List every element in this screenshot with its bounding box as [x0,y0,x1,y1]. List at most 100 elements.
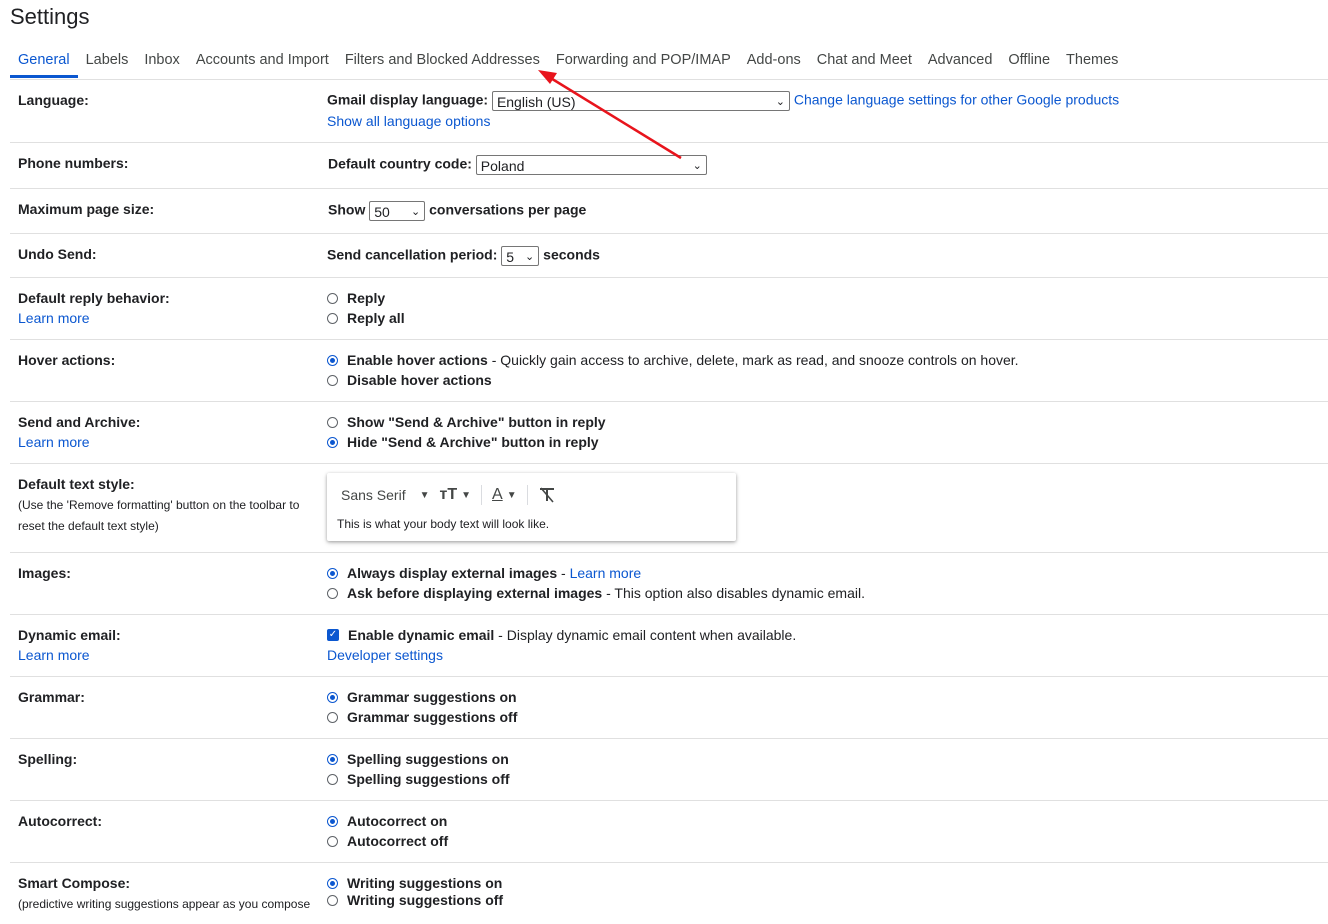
setting-label: Maximum page size: [18,201,155,217]
tab-general[interactable]: General [10,46,78,78]
undo-send-control: Send cancellation period: 5 ⌄ seconds [327,246,600,266]
format-toolbar: Sans Serif ▼ тT ▼ A ▼ [341,485,566,505]
radio-button[interactable] [327,711,338,723]
text-color-dropdown[interactable]: A ▼ [492,486,517,504]
radio-button[interactable] [327,436,338,448]
text-color-icon: A [492,486,503,503]
radio-button[interactable] [327,691,338,703]
tab-labels[interactable]: Labels [78,46,137,78]
chevron-down-icon: ⌄ [525,251,535,263]
setting-row-dynamic-email: Dynamic email: Learn more ✓ Enable dynami… [10,615,1328,677]
tab-forwarding-and-pop-imap[interactable]: Forwarding and POP/IMAP [548,46,739,78]
font-family-dropdown[interactable]: Sans Serif ▼ [341,487,430,503]
setting-label: Send and Archive: [18,414,141,430]
learn-more-link[interactable]: Learn more [18,647,90,663]
radio-button[interactable] [327,835,338,847]
tab-inbox[interactable]: Inbox [136,46,187,78]
show-send-archive-option[interactable]: Show "Send & Archive" button in reply [327,414,606,430]
page-size-suffix: conversations per page [429,201,587,218]
caret-down-icon: ▼ [461,489,472,501]
checkbox-checked-icon[interactable]: ✓ [327,629,339,642]
radio-button[interactable] [327,815,338,827]
tab-themes[interactable]: Themes [1058,46,1126,78]
country-code-select[interactable]: Poland ⌄ [475,155,707,175]
grammar-on-option[interactable]: Grammar suggestions on [327,689,517,705]
undo-send-select[interactable]: 5 ⌄ [501,246,540,266]
writing-suggestions-on-option[interactable]: Writing suggestions on [327,875,502,891]
radio-button[interactable] [327,292,338,304]
remove-formatting-icon [539,487,554,503]
toolbar-divider [481,485,483,505]
text-size-icon: тT [439,486,458,503]
setting-row-max-page-size: Maximum page size: Show 50 ⌄ conversation… [10,189,1328,234]
tab-accounts-and-import[interactable]: Accounts and Import [188,46,337,78]
autocorrect-off-option[interactable]: Autocorrect off [327,833,448,849]
setting-row-images: Images: Always display external images -… [10,553,1328,615]
setting-label: Default reply behavior: [18,290,170,306]
tab-chat-and-meet[interactable]: Chat and Meet [809,46,920,78]
setting-row-hover-actions: Hover actions: Enable hover actions - Qu… [10,340,1328,402]
tab-add-ons[interactable]: Add-ons [739,46,809,78]
spelling-off-option[interactable]: Spelling suggestions off [327,771,510,787]
learn-more-link[interactable]: Learn more [18,434,90,450]
chevron-down-icon: ⌄ [692,160,702,172]
tab-advanced[interactable]: Advanced [920,46,1001,78]
tab-offline[interactable]: Offline [1000,46,1058,78]
radio-button[interactable] [327,753,338,765]
setting-label: Images: [18,565,71,581]
page-size-select[interactable]: 50 ⌄ [369,201,426,221]
reply-option[interactable]: Reply [327,290,385,306]
learn-more-link[interactable]: Learn more [18,310,90,326]
radio-button[interactable] [327,374,338,386]
caret-down-icon: ▼ [506,489,517,501]
display-language-select[interactable]: English (US) ⌄ [491,91,790,111]
grammar-off-option[interactable]: Grammar suggestions off [327,709,517,725]
radio-button[interactable] [327,773,338,785]
hide-send-archive-option[interactable]: Hide "Send & Archive" button in reply [327,434,599,450]
radio-button[interactable] [327,312,338,324]
spelling-on-option[interactable]: Spelling suggestions on [327,751,509,767]
autocorrect-on-option[interactable]: Autocorrect on [327,813,447,829]
reply-all-option[interactable]: Reply all [327,310,405,326]
learn-more-link[interactable]: Learn more [570,565,642,581]
setting-label: Spelling: [18,751,78,767]
developer-settings-link[interactable]: Developer settings [327,647,443,663]
page-size-prefix: Show [328,201,366,218]
font-size-dropdown[interactable]: тT ▼ [440,486,472,504]
text-style-note: (Use the 'Remove formatting' button on t… [18,498,300,533]
disable-hover-option[interactable]: Disable hover actions [327,372,492,388]
remove-formatting-button[interactable] [538,487,556,503]
language-control: Gmail display language: English (US) ⌄ Ch… [327,91,1119,111]
page-title: Settings [10,4,90,29]
text-style-preview[interactable]: This is what your body text will look li… [337,517,549,531]
radio-button[interactable] [327,354,338,366]
ask-before-images-option[interactable]: Ask before displaying external images - … [327,585,865,601]
page-size-control: Show 50 ⌄ conversations per page [328,201,586,221]
setting-label: Dynamic email: [18,627,121,643]
setting-label: Smart Compose: [18,875,131,891]
always-display-images-option[interactable]: Always display external images - Learn m… [327,565,641,581]
setting-label: Phone numbers: [18,155,129,171]
show-all-languages-link[interactable]: Show all language options [327,113,490,129]
chevron-down-icon: ⌄ [775,96,785,108]
radio-button[interactable] [327,894,338,906]
tab-filters-and-blocked-addresses[interactable]: Filters and Blocked Addresses [337,46,548,78]
setting-label: Grammar: [18,689,85,705]
writing-suggestions-off-option[interactable]: Writing suggestions off [327,892,503,908]
setting-row-undo-send: Undo Send: Send cancellation period: 5 ⌄ … [10,234,1328,278]
radio-button[interactable] [327,416,338,428]
radio-button[interactable] [327,877,338,889]
setting-row-phone-numbers: Phone numbers: Default country code: Pol… [10,143,1328,189]
radio-button[interactable] [327,587,338,599]
settings-tabs: General Labels Inbox Accounts and Import… [10,46,1126,78]
radio-button[interactable] [327,567,338,579]
enable-hover-option[interactable]: Enable hover actions - Quickly gain acce… [327,352,1019,368]
setting-label: Default text style: [18,476,135,492]
change-language-link[interactable]: Change language settings for other Googl… [794,92,1119,108]
setting-row-autocorrect: Autocorrect: Autocorrect on Autocorrect … [10,801,1328,863]
setting-label: Language: [18,92,89,108]
enable-dynamic-email-option[interactable]: ✓ Enable dynamic email - Display dynamic … [327,627,796,643]
settings-list: Language: Gmail display language: Englis… [10,80,1328,924]
setting-row-send-and-archive: Send and Archive: Learn more Show "Send … [10,402,1328,464]
undo-send-suffix: seconds [543,246,600,263]
